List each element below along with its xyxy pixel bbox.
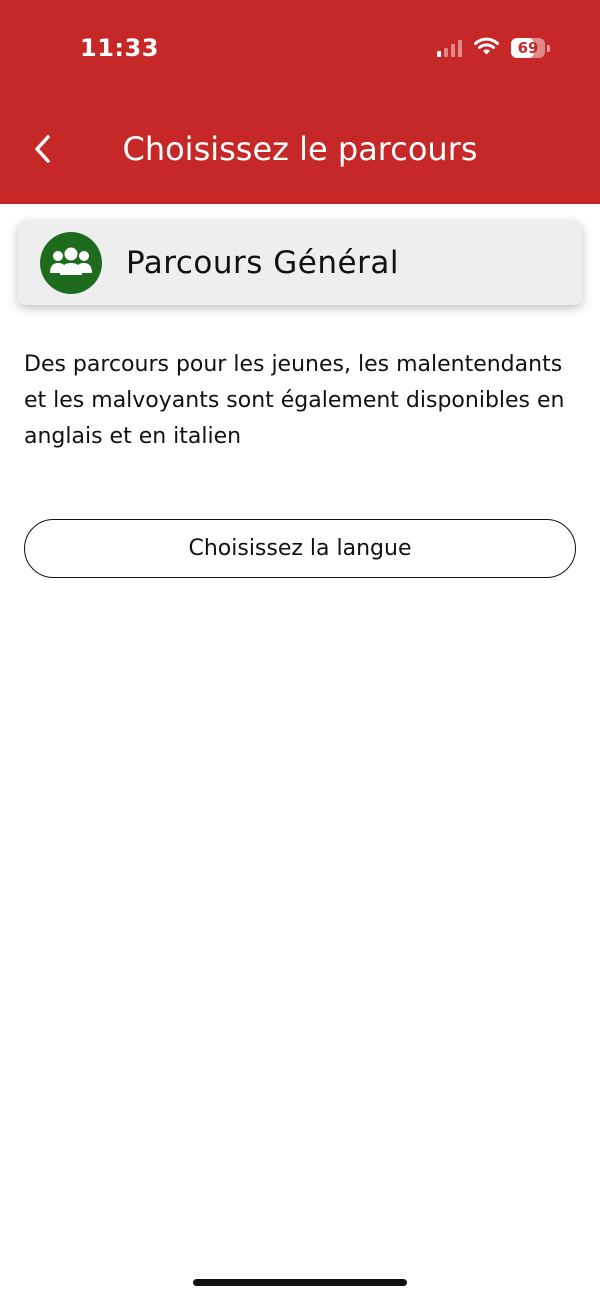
choose-language-button[interactable]: Choisissez la langue <box>24 519 576 578</box>
app-header: 11:33 69 Choisissez le parcours <box>0 0 600 204</box>
status-icons: 69 <box>437 36 550 60</box>
page-title: Choisissez le parcours <box>122 130 478 168</box>
battery-cap <box>547 44 550 52</box>
status-time: 11:33 <box>80 34 159 62</box>
route-description: Des parcours pour les jeunes, les malent… <box>24 352 565 449</box>
route-card-label: Parcours Général <box>126 245 399 281</box>
route-card-general[interactable]: Parcours Général <box>18 221 582 305</box>
cellular-signal-icon <box>437 39 462 57</box>
home-indicator <box>193 1279 407 1286</box>
battery-icon: 69 <box>511 38 545 58</box>
group-icon <box>40 232 102 294</box>
battery-level: 69 <box>517 39 539 57</box>
wifi-icon <box>474 37 499 60</box>
